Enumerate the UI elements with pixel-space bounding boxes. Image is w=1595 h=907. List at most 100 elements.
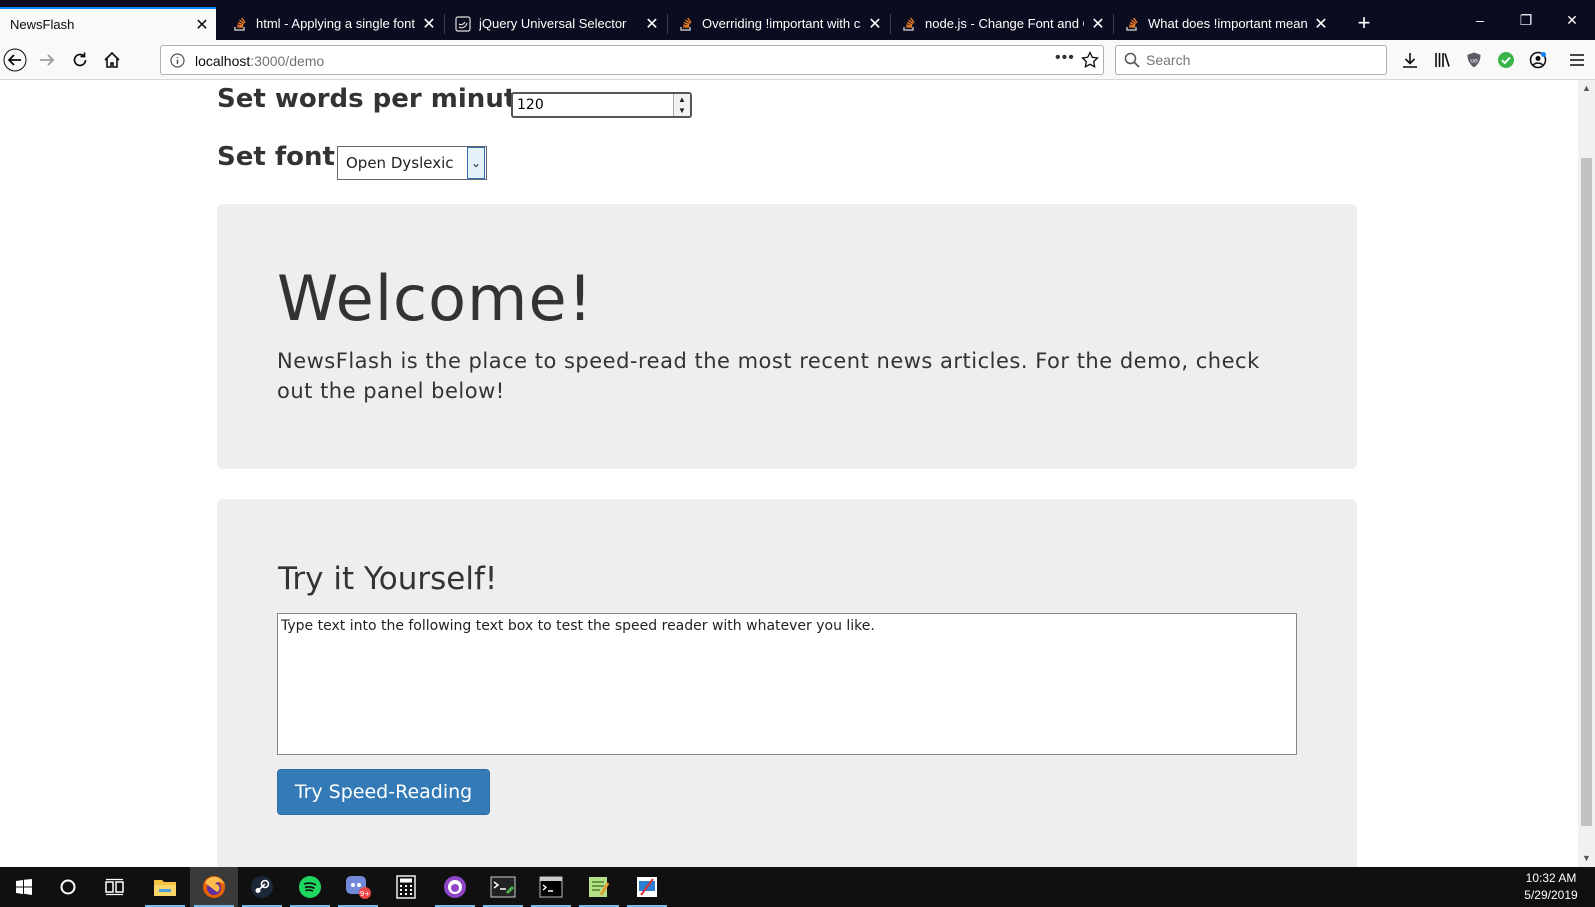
page-scrollbar[interactable]: ▲ ▼ <box>1578 80 1595 867</box>
menu-button[interactable] <box>1565 48 1589 72</box>
spin-down-icon[interactable]: ▼ <box>678 106 686 115</box>
file-explorer-icon <box>154 880 176 896</box>
welcome-jumbotron: Welcome! NewsFlash is the place to speed… <box>217 204 1357 469</box>
taskbar-spotify[interactable] <box>286 867 334 907</box>
search-box[interactable] <box>1115 45 1387 75</box>
close-icon[interactable]: ✕ <box>415 14 443 34</box>
taskbar-notepad[interactable] <box>575 867 623 907</box>
forward-arrow-icon <box>40 54 55 66</box>
task-view-icon <box>105 878 124 896</box>
speed-reader-textarea[interactable]: Type text into the following text box to… <box>277 613 1297 755</box>
library-icon <box>1435 53 1450 67</box>
close-icon[interactable]: ✕ <box>188 15 216 35</box>
tab-strip: NewsFlash ✕ html - Applying a single fon… <box>0 0 1595 40</box>
search-input[interactable] <box>1144 51 1378 69</box>
taskbar-file-explorer[interactable] <box>141 867 189 907</box>
search-icon <box>1124 52 1140 68</box>
windows-taskbar: 9+ 10:32 AM 5/29/2019 <box>0 867 1595 907</box>
cortana-button[interactable] <box>44 867 92 907</box>
taskbar-discord[interactable]: 9+ <box>334 867 382 907</box>
spin-up-icon[interactable]: ▲ <box>678 95 686 104</box>
ublock-button[interactable]: uo <box>1462 48 1486 72</box>
terminal-icon <box>490 876 516 898</box>
new-tab-button[interactable]: + <box>1352 10 1376 36</box>
jquery-icon <box>455 15 471 32</box>
tab-overriding-important[interactable]: Overriding !important with css ✕ <box>668 7 889 40</box>
check-circle-icon <box>1498 52 1514 68</box>
chevron-down-icon[interactable]: ⌄ <box>467 147 485 179</box>
taskbar-cmd[interactable] <box>527 867 575 907</box>
tab-title: What does !important mean in <box>1148 16 1307 31</box>
wpm-spinner[interactable]: ▲ ▼ <box>673 94 690 116</box>
tab-title: node.js - Change Font and Col <box>925 16 1084 31</box>
download-icon <box>1403 53 1417 68</box>
hamburger-menu-icon <box>1570 54 1584 66</box>
welcome-text: NewsFlash is the place to speed-read the… <box>277 349 1260 403</box>
tab-what-important[interactable]: What does !important mean in ✕ <box>1114 7 1335 40</box>
taskbar-steam[interactable] <box>238 867 286 907</box>
tab-title: Overriding !important with css <box>702 16 861 31</box>
scroll-down-icon[interactable]: ▼ <box>1582 853 1591 863</box>
page-actions-icon[interactable]: ••• <box>1055 49 1075 67</box>
account-button[interactable] <box>1526 48 1550 72</box>
downloads-button[interactable] <box>1398 48 1422 72</box>
task-view-button[interactable] <box>91 867 139 907</box>
tab-jquery-selector[interactable]: jQuery Universal Selector ✕ <box>445 7 666 40</box>
taskbar-screenshot[interactable] <box>623 867 671 907</box>
close-icon[interactable]: ✕ <box>861 14 889 34</box>
url-host: localhost <box>195 53 251 69</box>
shield-icon: uo <box>1467 52 1481 68</box>
stackoverflow-icon <box>680 17 692 31</box>
cortana-icon <box>60 879 76 895</box>
library-button[interactable] <box>1430 48 1454 72</box>
reload-icon <box>73 52 87 67</box>
site-info-icon[interactable] <box>170 53 185 68</box>
system-clock[interactable]: 10:32 AM 5/29/2019 <box>1514 870 1588 904</box>
tab-html-font[interactable]: html - Applying a single font to ✕ <box>222 7 443 40</box>
wpm-number-input[interactable] <box>511 92 692 118</box>
calculator-icon <box>396 875 416 899</box>
try-title: Try it Yourself! <box>278 561 498 597</box>
minimize-button[interactable]: – <box>1457 6 1503 34</box>
font-select[interactable]: Open Dyslexic <box>337 146 487 180</box>
screenshot-icon <box>637 877 657 897</box>
scrollbar-thumb[interactable] <box>1581 158 1592 826</box>
scroll-up-icon[interactable]: ▲ <box>1582 83 1591 93</box>
stackoverflow-icon <box>903 17 915 31</box>
close-icon[interactable]: ✕ <box>638 14 666 34</box>
taskbar-calculator[interactable] <box>382 867 430 907</box>
tab-title: html - Applying a single font to <box>256 16 415 31</box>
try-speed-reading-button[interactable]: Try Speed-Reading <box>277 769 490 815</box>
close-icon[interactable]: ✕ <box>1307 14 1335 34</box>
font-label: Set font: <box>217 142 346 172</box>
start-button[interactable] <box>0 867 48 907</box>
clock-time: 10:32 AM <box>1525 871 1577 885</box>
firefox-icon <box>203 876 225 898</box>
url-text: localhost:3000/demo <box>195 53 324 69</box>
tab-nodejs-font[interactable]: node.js - Change Font and Col ✕ <box>891 7 1112 40</box>
back-button[interactable] <box>3 48 27 72</box>
home-button[interactable] <box>100 48 124 72</box>
extension-check-button[interactable] <box>1494 48 1518 72</box>
taskbar-app[interactable] <box>431 867 479 907</box>
address-bar[interactable]: localhost:3000/demo ••• <box>160 45 1104 75</box>
tab-title: NewsFlash <box>10 17 75 32</box>
taskbar-firefox[interactable] <box>190 867 238 907</box>
page-viewport: Set words per minute: ▲▼ Set font: Open … <box>0 80 1578 867</box>
font-select-value: Open Dyslexic <box>346 154 454 172</box>
stackoverflow-icon <box>1126 17 1138 31</box>
steam-icon <box>251 876 273 898</box>
close-icon[interactable]: ✕ <box>1084 14 1112 34</box>
account-icon <box>1529 51 1547 69</box>
restore-button[interactable]: ❐ <box>1503 6 1549 34</box>
clock-date: 5/29/2019 <box>1524 888 1578 902</box>
bookmark-star-icon[interactable] <box>1081 51 1099 69</box>
window-close-button[interactable]: ✕ <box>1549 6 1595 34</box>
welcome-title: Welcome! <box>277 262 594 335</box>
try-it-panel: Try it Yourself! Type text into the foll… <box>217 499 1357 867</box>
forward-button[interactable] <box>35 48 59 72</box>
reload-button[interactable] <box>68 48 92 72</box>
tab-newsflash[interactable]: NewsFlash ✕ <box>0 7 216 40</box>
taskbar-terminal[interactable] <box>479 867 527 907</box>
back-arrow-icon <box>3 48 27 72</box>
